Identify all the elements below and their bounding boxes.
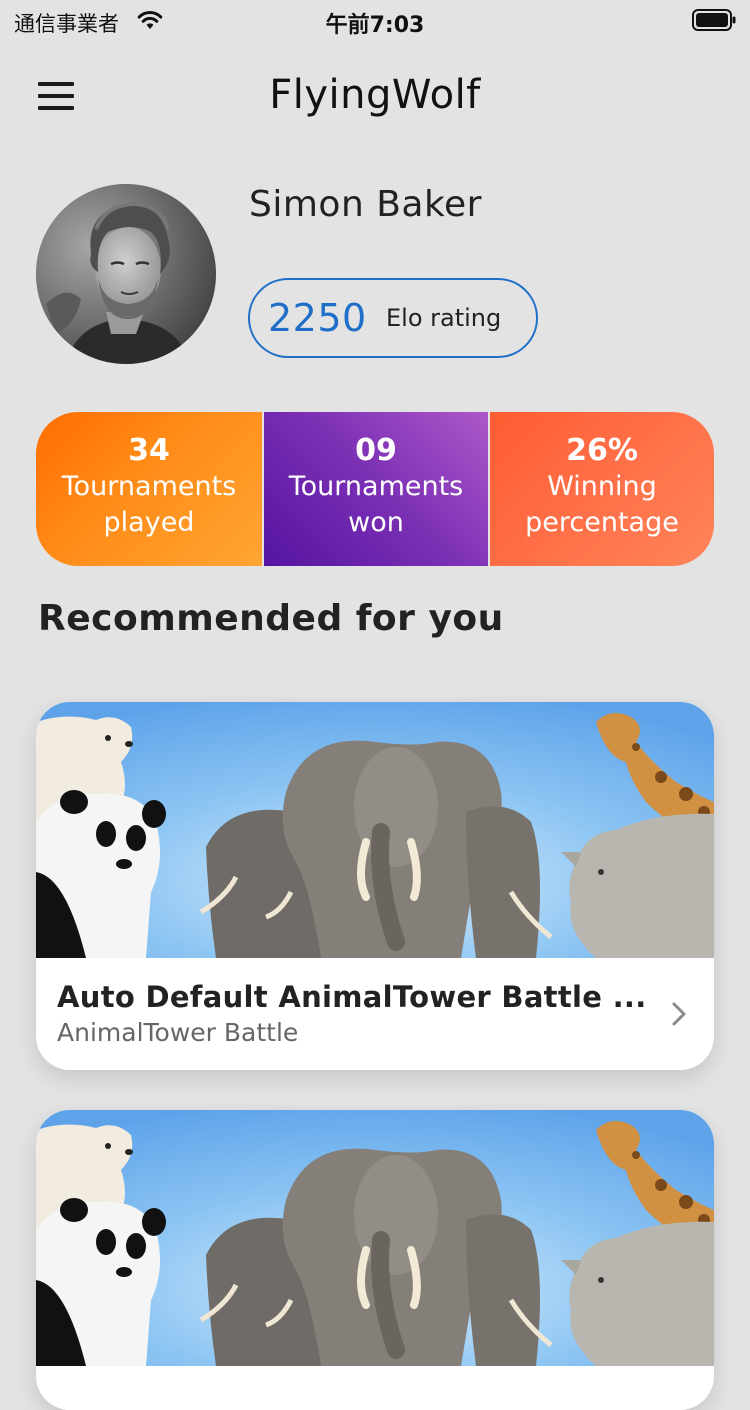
- game-card[interactable]: Auto Default AnimalTower Battle ... Anim…: [36, 702, 714, 1070]
- avatar-photo: [36, 184, 216, 364]
- stats-panel: 34 Tournaments played 09 Tournaments won…: [36, 412, 714, 566]
- stat-tournaments-won: 09 Tournaments won: [262, 412, 488, 566]
- elo-rating-badge: 2250 Elo rating: [248, 278, 538, 358]
- stat-value: 34: [128, 433, 170, 468]
- section-heading: Recommended for you: [38, 598, 504, 639]
- elo-label: Elo rating: [386, 304, 502, 332]
- stat-label: Tournaments played: [61, 471, 237, 538]
- card-title: Auto Default AnimalTower Battle ...: [57, 980, 647, 1014]
- clock: 午前7:03: [325, 13, 425, 38]
- game-banner-image: [36, 1110, 714, 1366]
- game-card[interactable]: [36, 1110, 714, 1410]
- stat-tournaments-played: 34 Tournaments played: [36, 412, 262, 566]
- game-banner-image: [36, 702, 714, 958]
- avatar[interactable]: [36, 184, 216, 364]
- stat-label: Winning percentage: [525, 471, 679, 538]
- card-body: Auto Default AnimalTower Battle ... Anim…: [36, 958, 714, 1070]
- battery-icon: [692, 9, 736, 31]
- elo-value: 2250: [268, 296, 367, 340]
- stat-value: 09: [355, 433, 397, 468]
- status-bar: 通信事業者 午前7:03: [0, 0, 750, 40]
- chevron-right-icon[interactable]: [670, 998, 690, 1030]
- stat-label: Tournaments won: [288, 471, 464, 538]
- stat-winning-percentage: 26% Winning percentage: [488, 412, 714, 566]
- user-name: Simon Baker: [249, 184, 482, 225]
- card-subtitle: AnimalTower Battle: [57, 1018, 299, 1047]
- app-title: FlyingWolf: [269, 72, 481, 118]
- stat-value: 26%: [566, 433, 638, 468]
